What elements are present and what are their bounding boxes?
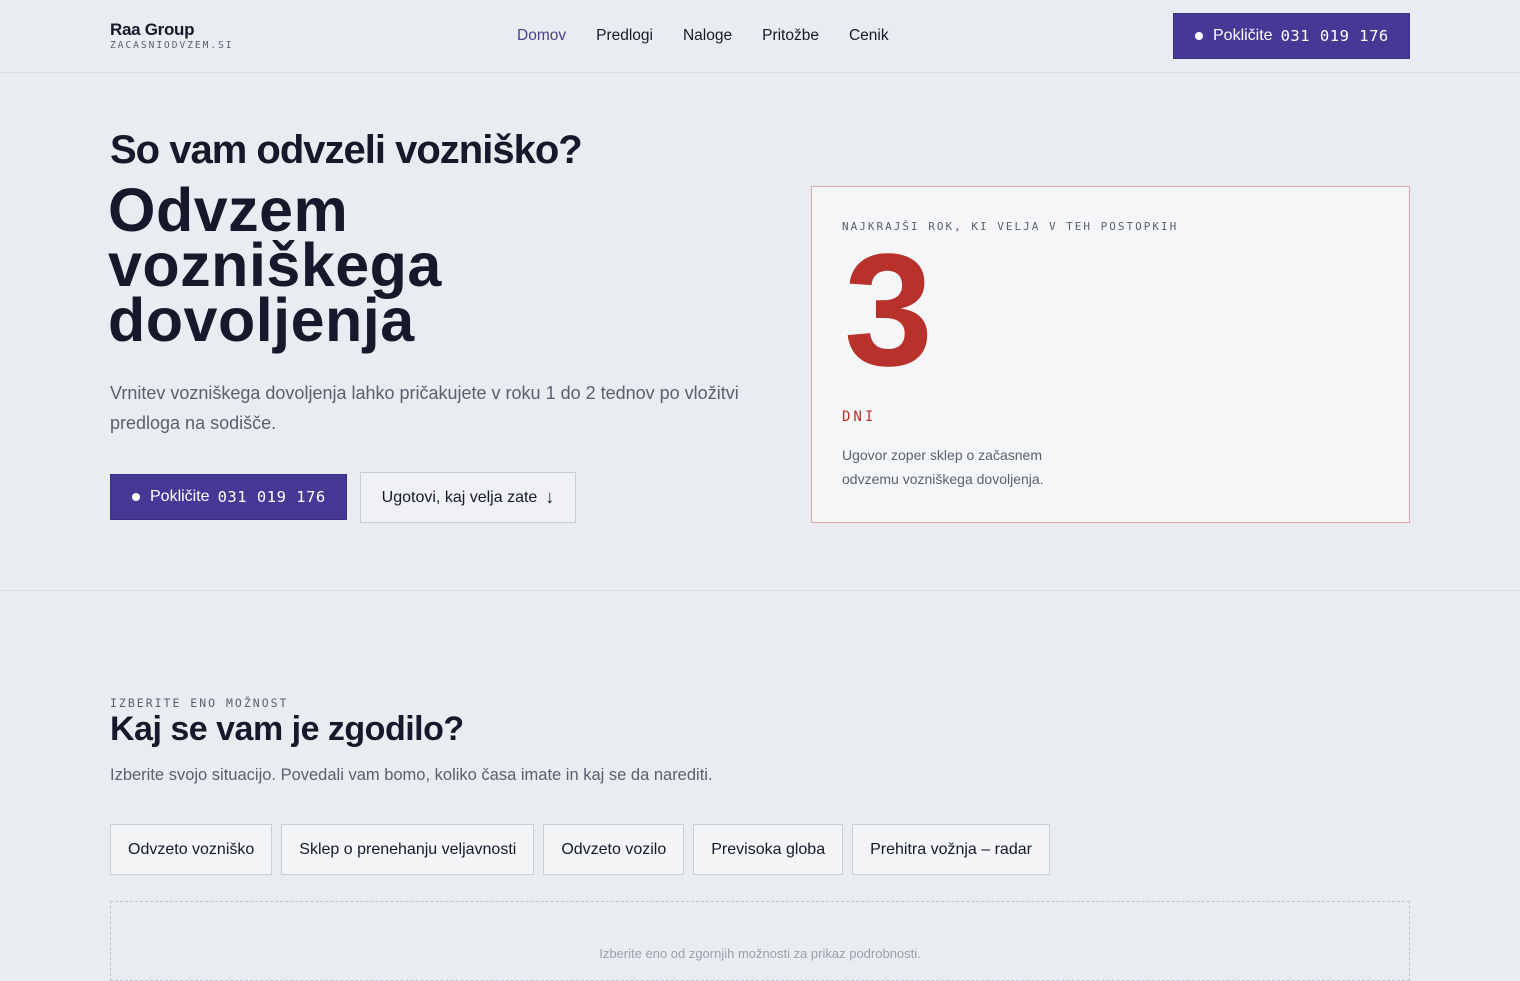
option-odvzeto-voznisko[interactable]: Odvzeto vozniško xyxy=(110,824,273,875)
result-hint: Izberite eno od zgornjih možnosti za pri… xyxy=(599,946,921,961)
section-title: Kaj se vam je zgodilo? xyxy=(110,710,464,748)
nav-item-pritozbe[interactable]: Pritožbe xyxy=(762,26,819,46)
situations-section: IZBERITE ENO MOŽNOST Kaj se vam je zgodi… xyxy=(0,592,1520,981)
nav-item-cenik[interactable]: Cenik xyxy=(849,26,889,46)
deadline-number: 3 xyxy=(844,220,933,399)
result-placeholder: Izberite eno od zgornjih možnosti za pri… xyxy=(110,901,1410,981)
dot-icon xyxy=(132,493,140,501)
deadline-unit: DNI xyxy=(842,409,877,425)
nav-item-predlogi[interactable]: Predlogi xyxy=(596,26,653,46)
call-button-number: 031 019 176 xyxy=(217,488,326,506)
dot-icon xyxy=(1195,32,1203,40)
brand-name: Raa Group xyxy=(110,20,195,39)
situation-options: Odvzeto vozniško Sklep o prenehanju velj… xyxy=(110,824,1050,875)
option-previsoka-globa[interactable]: Previsoka globa xyxy=(693,824,844,875)
main-nav: Domov Predlogi Naloge Pritožbe Cenik xyxy=(517,26,889,46)
header-call-button[interactable]: Pokličite 031 019 176 xyxy=(1173,13,1410,59)
deadline-note: Ugovor zoper sklep o začasnem odvzemu vo… xyxy=(842,447,1044,487)
find-out-button[interactable]: Ugotovi, kaj velja zate ↓ xyxy=(360,472,576,523)
site-header: Raa Group ZACASNIODVZEM.SI Domov Predlog… xyxy=(0,0,1520,73)
call-button-label: Pokličite xyxy=(1213,27,1273,44)
hero-title-line-2: vozniškega xyxy=(108,231,442,299)
deadline-card: NAJKRAJŠI ROK, KI VELJA V TEH POSTOPKIH … xyxy=(811,186,1410,523)
hero-title-line-3: dovoljenja xyxy=(108,286,415,354)
nav-item-naloge[interactable]: Naloge xyxy=(683,26,732,46)
brand-domain: ZACASNIODVZEM.SI xyxy=(110,40,234,51)
option-sklep-o-prenehanju[interactable]: Sklep o prenehanju veljavnosti xyxy=(281,824,535,875)
arrow-down-icon: ↓ xyxy=(545,487,555,507)
call-button-label: Pokličite xyxy=(150,488,210,505)
section-eyebrow: IZBERITE ENO MOŽNOST xyxy=(110,696,289,710)
hero-title-line-1: Odvzem xyxy=(108,176,349,244)
hero-subtitle: Vrnitev vozniškega dovoljenja lahko prič… xyxy=(110,383,739,433)
find-out-button-label: Ugotovi, kaj velja zate xyxy=(381,488,538,506)
hero-section: So vam odvzeli vozniško? Odvzem vozniške… xyxy=(0,73,1520,591)
brand-logo[interactable]: Raa Group ZACASNIODVZEM.SI xyxy=(110,20,234,51)
call-button-number: 031 019 176 xyxy=(1280,27,1389,45)
hero-call-button[interactable]: Pokličite 031 019 176 xyxy=(110,474,347,520)
option-prehitra-voznja[interactable]: Prehitra vožnja – radar xyxy=(852,824,1050,875)
hero-title: Odvzem vozniškega dovoljenja xyxy=(108,176,748,354)
nav-item-domov[interactable]: Domov xyxy=(517,26,566,46)
hero-question: So vam odvzeli vozniško? xyxy=(110,128,583,172)
section-subtitle: Izberite svojo situacijo. Povedali vam b… xyxy=(110,766,713,784)
option-odvzeto-vozilo[interactable]: Odvzeto vozilo xyxy=(543,824,685,875)
